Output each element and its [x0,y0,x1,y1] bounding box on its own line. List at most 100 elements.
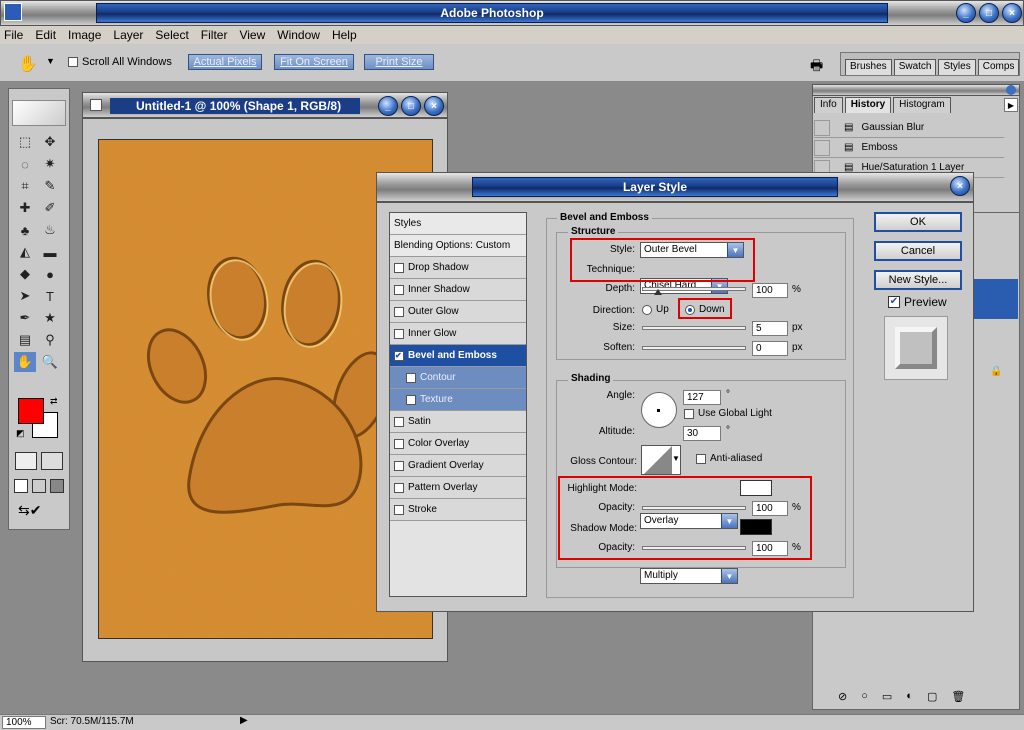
style-checkbox[interactable] [394,438,404,449]
eyedropper-tool-icon[interactable]: ⚲ [39,330,61,350]
screen-mode-full-icon[interactable] [50,479,64,493]
shape-tool-icon[interactable]: ★ [39,308,61,328]
print-size-button[interactable]: Print Size [364,54,434,70]
doc-maximize-button[interactable]: □ [401,96,421,116]
doc-minimize-button[interactable]: _ [378,96,398,116]
style-list-item[interactable]: Outer Glow [390,301,526,323]
style-checkbox[interactable] [394,482,404,493]
style-checkbox[interactable] [394,262,404,273]
layer-lock-icon[interactable]: 🔒 [990,366,1002,377]
size-slider[interactable] [642,326,746,330]
history-menu-icon[interactable]: ▶ [1004,98,1018,112]
style-checkbox[interactable] [394,328,404,339]
tool-preset-dropdown-icon[interactable]: ▼ [46,56,55,66]
style-list-item[interactable]: Satin [390,411,526,433]
style-list-item[interactable]: Inner Shadow [390,279,526,301]
healing-brush-tool-icon[interactable]: ✚ [14,198,36,218]
doc-close-button[interactable]: × [424,96,444,116]
menu-item[interactable]: View [239,28,265,42]
angle-field[interactable]: 127 [683,390,721,405]
foreground-color-swatch[interactable] [18,398,44,424]
style-list-item[interactable]: ✔ Bevel and Emboss [390,345,526,367]
ok-button[interactable]: OK [874,212,962,232]
style-list-item[interactable]: Stroke [390,499,526,521]
style-list-item[interactable]: Pattern Overlay [390,477,526,499]
actual-pixels-button[interactable]: Actual Pixels [188,54,262,70]
menu-item[interactable]: Image [68,28,101,42]
adjustment-layer-icon[interactable]: ◐ [906,690,913,706]
style-list-item[interactable]: Drop Shadow [390,257,526,279]
standard-mode-icon[interactable] [15,452,37,470]
style-list-item[interactable]: Contour [390,367,526,389]
anti-aliased-checkbox[interactable] [696,453,706,464]
lasso-tool-icon[interactable]: ◌ [14,154,36,174]
slice-tool-icon[interactable]: ✎ [39,176,61,196]
gloss-dropdown-icon[interactable]: ▼ [672,454,680,463]
menu-item[interactable]: File [4,28,23,42]
history-brush-tool-icon[interactable]: ♨ [39,220,61,240]
style-checkbox[interactable] [394,306,404,317]
hand-tool-icon[interactable]: ✋ [18,54,38,74]
menu-item[interactable]: Select [155,28,188,42]
new-layer-icon[interactable]: ▢ [927,690,937,706]
pen-tool-icon[interactable]: ✒ [14,308,36,328]
style-list-item[interactable]: Color Overlay [390,433,526,455]
quick-mask-icon[interactable] [41,452,63,470]
blur-tool-icon[interactable]: ◆ [14,264,36,284]
scroll-all-checkbox[interactable] [68,57,78,67]
history-item[interactable]: ▤ Emboss [814,138,1004,158]
history-tab[interactable]: Histogram [893,97,951,113]
minimize-button[interactable]: _ [956,3,976,23]
history-item[interactable]: ▤ Gaussian Blur [814,118,1004,138]
zoom-field[interactable]: 100% [2,716,46,729]
jump-to-imageready-icon[interactable]: ⇆✔ [18,502,41,519]
style-checkbox[interactable] [394,460,404,471]
layer-row-selected[interactable] [972,279,1018,319]
delete-layer-icon[interactable]: 🗑 [951,690,965,706]
link-layers-icon[interactable]: ⊘ [838,690,847,706]
palette-tab[interactable]: Comps [977,59,1020,75]
altitude-field[interactable]: 30 [683,426,721,441]
palette-tab[interactable]: Styles [938,59,976,75]
cancel-button[interactable]: Cancel [874,241,962,261]
style-list-item[interactable]: Gradient Overlay [390,455,526,477]
palette-tab[interactable]: Brushes [845,59,892,75]
new-group-icon[interactable]: ▭ [882,690,892,706]
menu-item[interactable]: Filter [201,28,228,42]
close-button[interactable]: × [1002,3,1022,23]
depth-slider-thumb[interactable] [654,289,662,295]
crop-tool-icon[interactable]: ⌗ [14,176,36,196]
path-select-tool-icon[interactable]: ➤ [14,286,36,306]
styles-header[interactable]: Styles [390,213,526,235]
gradient-tool-icon[interactable]: ▬ [39,242,61,262]
menu-item[interactable]: Window [277,28,320,42]
style-checkbox[interactable]: ✔ [394,350,404,361]
add-layer-style-icon[interactable]: ○ [861,690,868,706]
style-checkbox[interactable] [394,416,404,427]
palette-close-icon[interactable] [1006,85,1016,95]
move-tool-icon[interactable]: ✥ [39,132,61,152]
dodge-tool-icon[interactable]: ● [39,264,61,284]
shadow-mode-select[interactable]: Multiply ▼ [640,568,738,584]
new-style-button[interactable]: New Style... [874,270,962,290]
history-tab[interactable]: History [844,97,892,113]
menu-item[interactable]: Help [332,28,357,42]
screen-mode-standard-icon[interactable] [14,479,28,493]
palette-well-icon[interactable]: 🖶 [810,55,823,79]
soften-field[interactable]: 0 [752,341,788,356]
history-state-box[interactable] [814,119,830,136]
screen-mode-full-menu-icon[interactable] [32,479,46,493]
style-checkbox[interactable] [406,372,416,383]
brush-tool-icon[interactable]: ✐ [39,198,61,218]
swap-colors-icon[interactable]: ⇄ [50,396,58,407]
style-checkbox[interactable] [394,504,404,515]
type-tool-icon[interactable]: T [39,286,61,306]
magic-wand-tool-icon[interactable]: ✷ [39,154,61,174]
marquee-tool-icon[interactable]: ⬚ [14,132,36,152]
eraser-tool-icon[interactable]: ◭ [14,242,36,262]
size-field[interactable]: 5 [752,321,788,336]
fit-on-screen-button[interactable]: Fit On Screen [274,54,354,70]
history-tab[interactable]: Info [814,97,843,113]
blending-options-item[interactable]: Blending Options: Custom [390,235,526,257]
soften-slider[interactable] [642,346,746,350]
